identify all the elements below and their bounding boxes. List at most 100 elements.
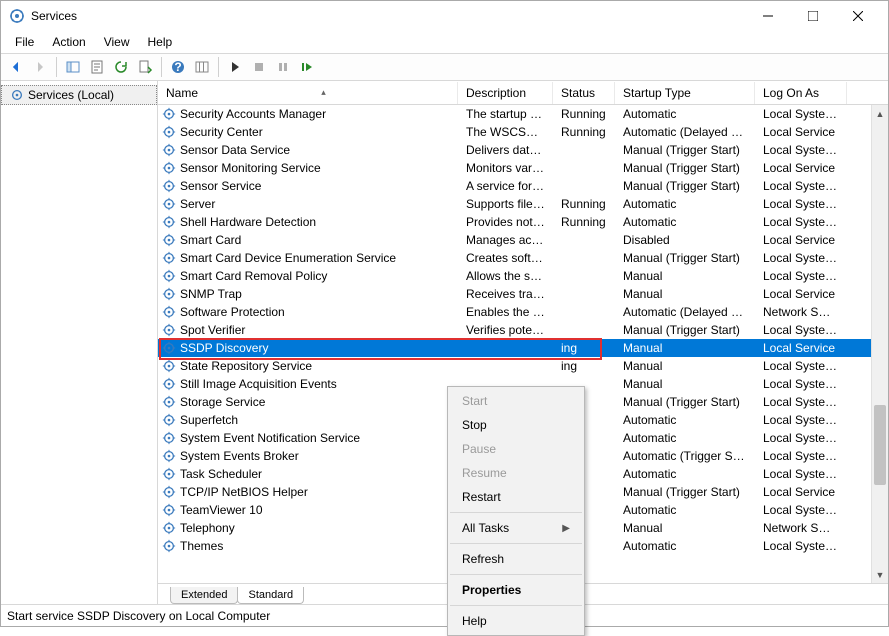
scroll-down-arrow[interactable]: ▼ — [872, 566, 888, 583]
context-properties[interactable]: Properties — [448, 578, 584, 602]
cell-description: Creates softwar… — [458, 251, 553, 265]
table-row[interactable]: Smart CardManages acces…DisabledLocal Se… — [158, 231, 888, 249]
cell-description: A service for se… — [458, 179, 553, 193]
toolbar-button[interactable] — [191, 56, 213, 78]
table-row[interactable]: ServerSupports file, p…RunningAutomaticL… — [158, 195, 888, 213]
start-service-button[interactable] — [224, 56, 246, 78]
cell-startup: Manual (Trigger Start) — [615, 179, 755, 193]
table-row[interactable]: Smart Card Device Enumeration Service Cre… — [158, 249, 888, 267]
titlebar: Services — [1, 1, 888, 31]
table-row[interactable]: Sensor Data ServiceDelivers data fr…Manu… — [158, 141, 888, 159]
minimize-button[interactable] — [745, 2, 790, 30]
context-refresh[interactable]: Refresh — [448, 547, 584, 571]
service-gear-icon — [162, 539, 176, 553]
pause-service-button[interactable] — [272, 56, 294, 78]
cell-logon: Local Syste… — [755, 251, 847, 265]
close-button[interactable] — [835, 2, 880, 30]
cell-startup: Manual (Trigger Start) — [615, 161, 755, 175]
table-row[interactable]: Software ProtectionEnables the do…Automa… — [158, 303, 888, 321]
menu-file[interactable]: File — [7, 33, 42, 51]
cell-name: System Event Notification Service — [158, 431, 458, 445]
cell-status: ing — [553, 359, 615, 373]
table-row[interactable]: Security CenterThe WSCSVC (…RunningAutom… — [158, 123, 888, 141]
table-row[interactable]: Sensor Service A service for se… Manual (T… — [158, 177, 888, 195]
service-gear-icon — [162, 467, 176, 481]
service-gear-icon — [162, 413, 176, 427]
vertical-scrollbar[interactable]: ▲ ▼ — [871, 105, 888, 583]
cell-logon: Local Syste… — [755, 107, 847, 121]
table-row[interactable]: Spot VerifierVerifies potenti…Manual (Tr… — [158, 321, 888, 339]
cell-logon: Local Syste… — [755, 395, 847, 409]
cell-logon: Local Service — [755, 161, 847, 175]
cell-startup: Manual — [615, 359, 755, 373]
service-name-text: Themes — [180, 539, 223, 553]
cell-logon: Local Syste… — [755, 413, 847, 427]
properties-button[interactable] — [86, 56, 108, 78]
cell-name: TCP/IP NetBIOS Helper — [158, 485, 458, 499]
service-name-text: Storage Service — [180, 395, 265, 409]
stop-service-button[interactable] — [248, 56, 270, 78]
help-button[interactable]: ? — [167, 56, 189, 78]
table-row[interactable]: Smart Card Removal PolicyAllows the syst… — [158, 267, 888, 285]
menu-help[interactable]: Help — [140, 33, 181, 51]
service-gear-icon — [162, 269, 176, 283]
column-log-on-as[interactable]: Log On As — [755, 82, 847, 104]
column-name[interactable]: Name▴ — [158, 82, 458, 104]
context-all-tasks[interactable]: All Tasks▶ — [448, 516, 584, 540]
service-name-text: Smart Card Removal Policy — [180, 269, 327, 283]
context-help[interactable]: Help — [448, 609, 584, 633]
service-gear-icon — [162, 251, 176, 265]
cell-description: Receives trap … — [458, 287, 553, 301]
cell-name: Still Image Acquisition Events — [158, 377, 458, 391]
cell-startup: Manual (Trigger Start) — [615, 485, 755, 499]
refresh-button[interactable] — [110, 56, 132, 78]
column-description[interactable]: Description — [458, 82, 553, 104]
table-row[interactable]: State Repository ServiceingManualLocal S… — [158, 357, 888, 375]
forward-button[interactable] — [29, 56, 51, 78]
tree-item-services-local[interactable]: Services (Local) — [1, 85, 157, 105]
scroll-thumb[interactable] — [874, 405, 886, 485]
table-row[interactable]: Sensor Monitoring ServiceMonitors vario…… — [158, 159, 888, 177]
column-headers: Name▴ Description Status Startup Type Lo… — [158, 81, 888, 105]
sort-asc-icon: ▴ — [198, 87, 449, 98]
cell-logon: Local Service — [755, 341, 847, 355]
cell-name: Storage Service — [158, 395, 458, 409]
tab-standard[interactable]: Standard — [237, 587, 304, 604]
scroll-up-arrow[interactable]: ▲ — [872, 105, 888, 122]
cell-logon: Local Syste… — [755, 503, 847, 517]
cell-description: Delivers data fr… — [458, 143, 553, 157]
menu-view[interactable]: View — [96, 33, 138, 51]
tab-extended[interactable]: Extended — [170, 587, 238, 604]
cell-status: ing — [553, 341, 615, 355]
service-name-text: Smart Card Device Enumeration Service — [180, 251, 396, 265]
tree-item-label: Services (Local) — [28, 88, 114, 102]
back-button[interactable] — [5, 56, 27, 78]
cell-startup: Automatic — [615, 197, 755, 211]
service-name-text: Superfetch — [180, 413, 238, 427]
menu-action[interactable]: Action — [44, 33, 93, 51]
column-status[interactable]: Status — [553, 82, 615, 104]
restart-service-button[interactable] — [296, 56, 318, 78]
service-name-text: Software Protection — [180, 305, 285, 319]
service-name-text: TCP/IP NetBIOS Helper — [180, 485, 308, 499]
table-row[interactable]: Shell Hardware DetectionProvides notifi…… — [158, 213, 888, 231]
table-row[interactable]: Security Accounts ManagerThe startup of … — [158, 105, 888, 123]
service-name-text: Sensor Service — [180, 179, 261, 193]
table-row[interactable]: SNMP TrapReceives trap …ManualLocal Serv… — [158, 285, 888, 303]
cell-name: Smart Card Device Enumeration Service — [158, 251, 458, 265]
cell-name: Superfetch — [158, 413, 458, 427]
context-restart[interactable]: Restart — [448, 485, 584, 509]
cell-description: The startup of t… — [458, 107, 553, 121]
service-name-text: Shell Hardware Detection — [180, 215, 316, 229]
service-gear-icon — [162, 341, 176, 355]
table-row[interactable]: SSDP DiscoveryingManualLocal Service — [158, 339, 888, 357]
context-stop[interactable]: Stop — [448, 413, 584, 437]
service-gear-icon — [162, 215, 176, 229]
cell-startup: Automatic — [615, 503, 755, 517]
maximize-button[interactable] — [790, 2, 835, 30]
export-list-button[interactable] — [134, 56, 156, 78]
toolbar-separator — [56, 57, 57, 77]
cell-name: Server — [158, 197, 458, 211]
show-hide-tree-button[interactable] — [62, 56, 84, 78]
column-startup-type[interactable]: Startup Type — [615, 82, 755, 104]
